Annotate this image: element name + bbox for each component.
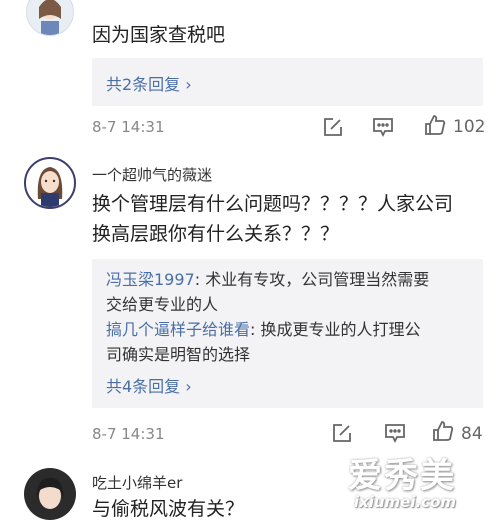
edit-icon[interactable] [322, 116, 344, 142]
comment-timestamp: 8-7 14:31 [92, 425, 165, 443]
watermark-logo: 爱秀美 ixiumei.com [348, 448, 456, 511]
avatar[interactable] [24, 157, 76, 209]
reply-separator: : [250, 320, 261, 339]
thumbs-up-icon[interactable] [431, 419, 455, 447]
watermark-domain: ixiumei.com [353, 493, 456, 511]
reply-text: 交给更专业的人 [106, 295, 219, 314]
reply-author[interactable]: 搞几个逼样子给谁看 [106, 320, 250, 339]
comment-text: 因为国家查税吧 [92, 24, 226, 46]
username[interactable]: 吃土小绵羊er [92, 472, 182, 493]
reply-thread[interactable]: 共2条回复 › [92, 58, 483, 106]
avatar[interactable] [24, 468, 76, 520]
comment-icon[interactable] [384, 423, 406, 447]
reply-text: 术业有专攻，公司管理当然需要 [205, 270, 430, 289]
comment-text-line: 换个管理层有什么问题吗？？？？人家公司 [92, 193, 454, 215]
reply-item: 搞几个逼样子给谁看: 换成更专业的人打理公 [106, 317, 476, 342]
like-count: 102 [453, 117, 486, 137]
avatar[interactable] [26, 0, 74, 36]
comment-text-line: 换高层跟你有什么关系？？？ [92, 223, 340, 245]
comment-text: 换个管理层有什么问题吗？？？？人家公司 换高层跟你有什么关系？？？ [92, 189, 453, 249]
edit-icon[interactable] [331, 422, 353, 448]
watermark-logo-text: 爱秀美 [348, 456, 456, 496]
username[interactable]: 一个超帅气的薇迷 [92, 164, 212, 185]
comment-text: 与偷税风波有关？ [92, 498, 245, 520]
more-replies-link[interactable]: 共4条回复 › [106, 373, 192, 397]
reply-author[interactable]: 冯玉梁1997 [106, 270, 195, 289]
reply-text: 换成更专业的人打理公 [260, 320, 421, 339]
like-count: 84 [461, 424, 483, 444]
reply-item: 冯玉梁1997: 术业有专攻，公司管理当然需要 [106, 267, 476, 292]
comment-timestamp: 8-7 14:31 [92, 118, 165, 136]
thumbs-up-icon[interactable] [423, 113, 447, 141]
more-replies-link[interactable]: 共2条回复 › [106, 71, 192, 95]
comment-icon[interactable] [372, 117, 394, 141]
reply-thread[interactable]: 冯玉梁1997: 术业有专攻，公司管理当然需要 交给更专业的人 搞几个逼样子给谁… [92, 259, 483, 408]
reply-separator: : [194, 270, 206, 289]
reply-text: 司确实是明智的选择 [106, 345, 251, 364]
